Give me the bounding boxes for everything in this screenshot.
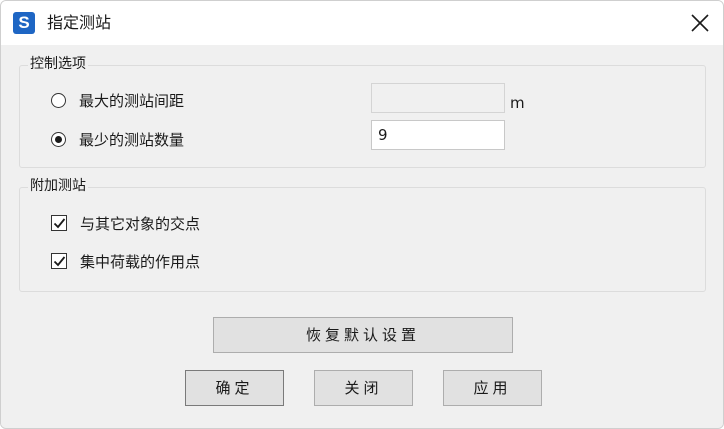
checkbox[interactable] (51, 215, 67, 231)
radio-max-spacing[interactable]: 最大的测站间距 (51, 90, 351, 112)
radio-button[interactable] (51, 132, 66, 147)
max-spacing-unit: m (510, 94, 525, 112)
ok-button[interactable]: 确定 (185, 370, 284, 406)
radio-selected-dot (55, 136, 62, 143)
dialog-window: S 指定测站 控制选项 最大的测站间距 m 最少的测站数量 9 附加测站 与其它… (0, 0, 724, 429)
radio-button[interactable] (51, 93, 66, 108)
check-concentrated-loads-label: 集中荷载的作用点 (80, 253, 201, 271)
check-concentrated-loads[interactable]: 集中荷载的作用点 (51, 251, 351, 273)
close-icon (691, 14, 709, 32)
title-bar[interactable]: S 指定测站 (1, 1, 723, 45)
additional-stations-group (19, 187, 706, 292)
max-spacing-input[interactable] (371, 83, 505, 113)
close-button[interactable]: 关闭 (314, 370, 413, 406)
radio-min-count-label: 最少的测站数量 (79, 131, 185, 149)
checkmark-icon (53, 256, 66, 267)
control-options-group-label: 控制选项 (28, 55, 88, 73)
radio-max-spacing-label: 最大的测站间距 (79, 92, 185, 110)
close-window-button[interactable] (677, 1, 723, 45)
additional-stations-group-label: 附加测站 (28, 177, 88, 195)
window-title: 指定测站 (47, 13, 112, 32)
apply-button[interactable]: 应用 (443, 370, 542, 406)
checkmark-icon (53, 218, 66, 229)
restore-defaults-button[interactable]: 恢复默认设置 (213, 317, 513, 353)
check-intersections[interactable]: 与其它对象的交点 (51, 213, 351, 235)
check-intersections-label: 与其它对象的交点 (80, 215, 201, 233)
dialog-body: 控制选项 最大的测站间距 m 最少的测站数量 9 附加测站 与其它对象的交点 集… (1, 45, 723, 428)
radio-min-count[interactable]: 最少的测站数量 (51, 129, 351, 151)
control-options-group (19, 65, 706, 168)
min-count-input[interactable]: 9 (371, 120, 505, 150)
app-logo-icon: S (13, 12, 35, 34)
checkbox[interactable] (51, 253, 67, 269)
